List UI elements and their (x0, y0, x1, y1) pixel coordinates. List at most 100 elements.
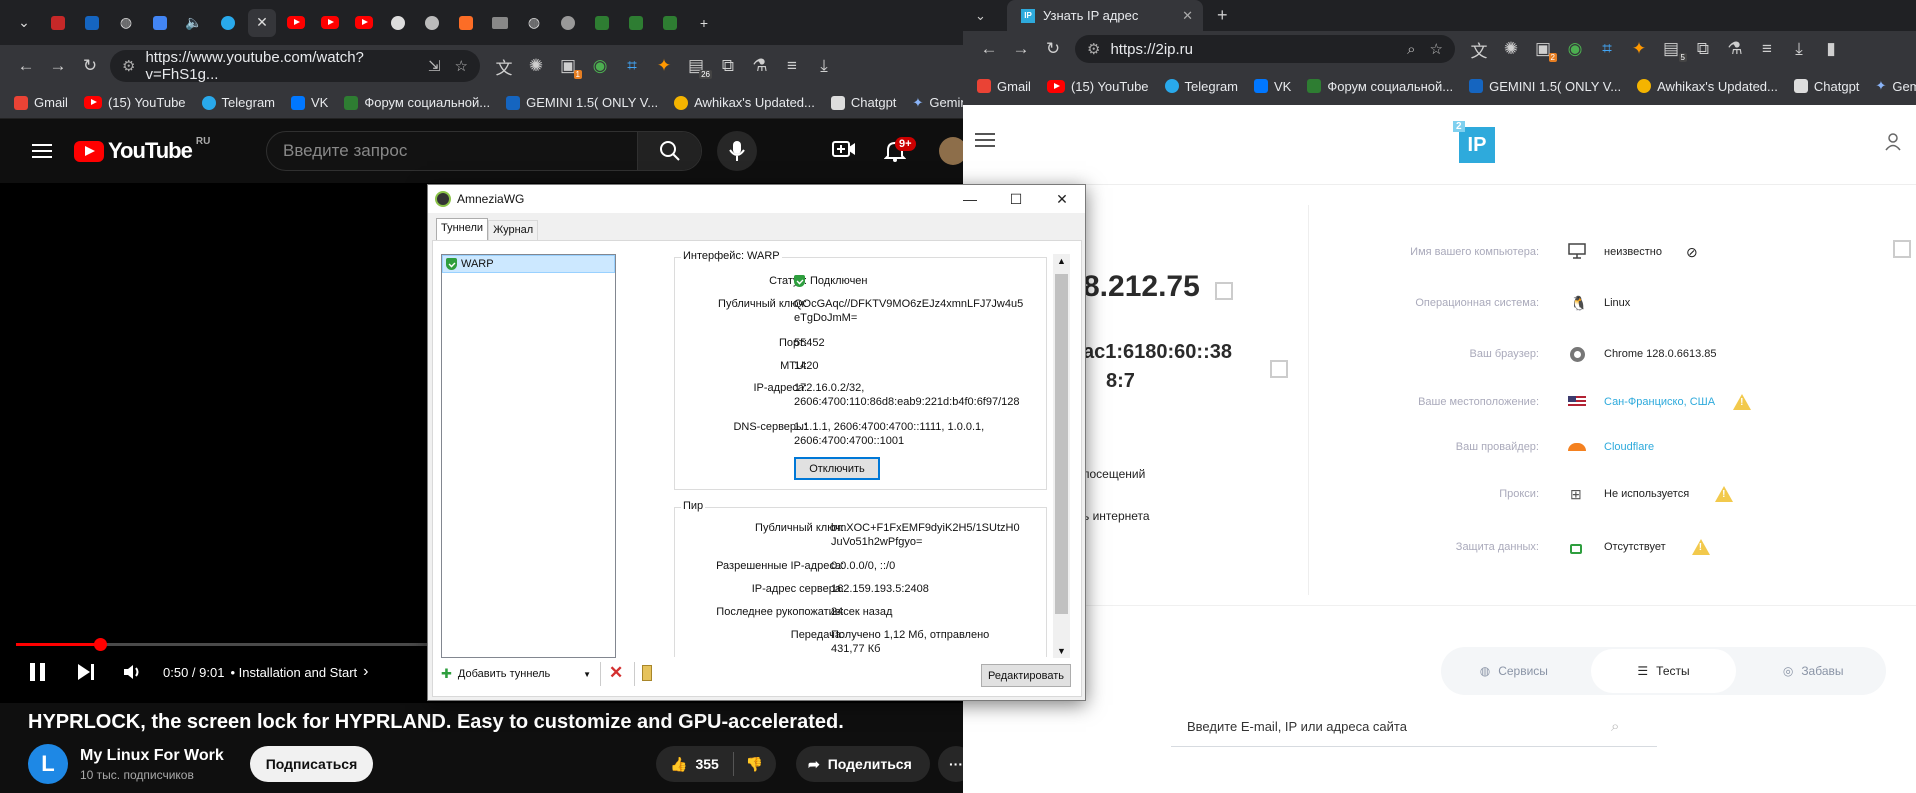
download-icon[interactable]: ⤓ (1783, 33, 1815, 65)
hidden-eye-icon[interactable]: ⊘ (1686, 244, 1698, 261)
bookmark-item[interactable]: VK (1254, 79, 1291, 94)
add-tunnel-button[interactable]: ✚ Добавить туннель ▼ (441, 663, 591, 685)
bookmark-star-icon[interactable]: ☆ (455, 57, 468, 75)
dislike-thumb-icon[interactable]: 👎 (746, 756, 763, 773)
public-key-value[interactable]: QOcGAqc//DFKTV9MO6zEJz4xmnLFJ7Jw4u5 eTgDo… (794, 297, 1023, 325)
bookmark-item[interactable]: Telegram (201, 95, 275, 110)
close-icon[interactable]: ✕ (1039, 185, 1085, 213)
channel-name[interactable]: My Linux For Work (80, 747, 224, 765)
tab-favicon[interactable] (554, 9, 582, 37)
translate-icon[interactable]: 文 (488, 50, 520, 82)
extensions-puzzle-icon[interactable]: ⧉ (1687, 33, 1719, 65)
allowed-ips-value[interactable]: 0.0.0.0/0, ::/0 (831, 559, 895, 573)
subscribe-button[interactable]: Подписаться (249, 746, 374, 782)
provider-link[interactable]: Cloudflare (1604, 441, 1654, 453)
new-tab-plus-icon[interactable]: + (1217, 5, 1228, 26)
bookmark-item[interactable]: Chatgpt (1793, 79, 1859, 94)
warning-icon[interactable] (1691, 539, 1710, 555)
tab-close-icon[interactable]: ✕ (1182, 8, 1193, 24)
forward-icon[interactable]: → (42, 50, 74, 82)
scroll-down-icon[interactable]: ▼ (1057, 646, 1066, 656)
bookmark-item[interactable]: Gmail (14, 95, 68, 110)
dns-servers-value[interactable]: 1.1.1.1, 2606:4700:4700::1111, 1.0.0.1, 2… (794, 420, 984, 448)
peer-public-key-value[interactable]: bmXOC+F1FxEMF9dyiK2H5/1SUtzH0 JuVo51h2wPf… (831, 521, 1020, 549)
tab-tunnels[interactable]: Туннели (436, 218, 489, 240)
extension-icon[interactable]: ✦ (648, 50, 680, 82)
warning-icon[interactable] (1733, 394, 1752, 410)
details-scrollbar[interactable]: ▲ ▼ (1053, 254, 1070, 658)
extension-icon[interactable]: ▤ 5 (1655, 33, 1687, 65)
extension-icon[interactable]: ✺ (1495, 33, 1527, 65)
tab-favicon[interactable] (146, 9, 174, 37)
warning-icon[interactable] (1715, 486, 1734, 502)
address-bar[interactable]: ⚙ https://www.youtube.com/watch?v=FhS1g.… (110, 49, 480, 83)
tab-github-icon[interactable] (384, 9, 412, 37)
tab-forum-icon[interactable] (656, 9, 684, 37)
bookmark-item[interactable]: VK (291, 95, 328, 110)
tab-gitlab-icon[interactable] (452, 9, 480, 37)
extension-icon[interactable]: ▣ 2 (1527, 33, 1559, 65)
translate-icon[interactable]: 文 (1463, 33, 1495, 65)
bookmark-item[interactable]: Awhikax's Updated... (674, 95, 815, 110)
disconnect-button[interactable]: Отключить (794, 457, 880, 480)
tab-youtube-icon[interactable] (282, 9, 310, 37)
tab-favicon[interactable] (44, 9, 72, 37)
youtube-logo[interactable]: YouTube RU (74, 136, 210, 164)
tab-tests[interactable]: ☰ Тесты (1590, 649, 1737, 693)
extension-icon[interactable]: ▮ (1815, 33, 1847, 65)
tab-telegram-icon[interactable] (214, 9, 242, 37)
site-menu-icon[interactable] (975, 132, 995, 151)
new-tab-plus-icon[interactable]: + (690, 9, 718, 37)
tab-fun[interactable]: ◎ Забавы (1740, 649, 1886, 693)
ip-addresses-value[interactable]: 172.16.0.2/32, 2606:4700:110:86d8:eab9:22… (794, 381, 1020, 409)
extension-icon[interactable]: ▣ 1 (552, 50, 584, 82)
edit-button[interactable]: Редактировать (981, 664, 1071, 687)
search-icon[interactable]: ⌕ (1611, 718, 1619, 735)
reload-icon[interactable]: ↻ (1037, 33, 1069, 65)
bookmark-item[interactable]: GEMINI 1.5( ONLY V... (506, 95, 658, 110)
mtu-value[interactable]: 1420 (794, 359, 818, 373)
location-link[interactable]: Сан-Франциско, США (1604, 396, 1715, 408)
forward-icon[interactable]: → (1005, 33, 1037, 65)
tab-favicon[interactable] (486, 9, 514, 37)
extension-icon[interactable]: ▤ 26 (680, 50, 712, 82)
port-value[interactable]: 55452 (794, 336, 825, 350)
menu-hamburger-icon[interactable] (32, 144, 52, 158)
delete-tunnel-icon[interactable]: ✕ (609, 663, 623, 683)
download-icon[interactable]: ⤓ (808, 50, 840, 82)
bookmark-item[interactable]: Форум социальной... (344, 95, 490, 110)
voice-search-button[interactable] (717, 131, 757, 171)
extension-icon[interactable]: ⌗ (616, 50, 648, 82)
lab-icon[interactable]: ⚗ (1719, 33, 1751, 65)
maximize-icon[interactable]: ☐ (993, 185, 1039, 213)
more-actions-button[interactable]: ··· (938, 746, 963, 782)
youtube-search-input[interactable] (267, 141, 637, 161)
tab-audio-icon[interactable]: 🔈 (180, 9, 208, 37)
tab-close-icon[interactable]: ✕ (248, 8, 276, 37)
back-icon[interactable]: ← (973, 33, 1005, 65)
avatar[interactable] (939, 137, 963, 165)
bookmark-item[interactable]: GEMINI 1.5( ONLY V... (1469, 79, 1621, 94)
extensions-puzzle-icon[interactable]: ⧉ (712, 50, 744, 82)
channel-avatar[interactable]: L (28, 744, 68, 784)
tab-services[interactable]: ◍ Сервисы (1441, 649, 1587, 693)
bookmark-star-icon[interactable]: ☆ (1430, 40, 1443, 58)
tab-search-icon[interactable]: ⌄ (10, 9, 38, 37)
minimize-icon[interactable]: — (947, 185, 993, 213)
youtube-search-button[interactable] (637, 132, 701, 170)
export-zip-icon[interactable] (642, 665, 652, 681)
tab-log[interactable]: Журнал (488, 220, 539, 240)
server-address-value[interactable]: 162.159.193.5:2408 (831, 582, 929, 596)
bookmark-item[interactable]: (15) YouTube (1046, 79, 1149, 94)
next-button[interactable] (76, 655, 96, 689)
transfer-value[interactable]: Получено 1,12 Мб, отправлено 431,77 Кб (831, 628, 989, 656)
media-controls-icon[interactable]: ≡ (1751, 33, 1783, 65)
extension-icon[interactable]: ⌗ (1591, 33, 1623, 65)
tab-globe-icon[interactable]: ◍ (520, 9, 548, 37)
zoom-search-icon[interactable]: ⌕ (1407, 41, 1415, 58)
volume-button[interactable] (122, 655, 142, 689)
scrollbar-thumb[interactable] (1055, 274, 1068, 614)
tab-reddit-icon[interactable] (418, 9, 446, 37)
active-tab[interactable]: IP Узнать IP адрес ✕ (1007, 0, 1203, 31)
share-button[interactable]: ➦ Поделиться (796, 746, 930, 782)
